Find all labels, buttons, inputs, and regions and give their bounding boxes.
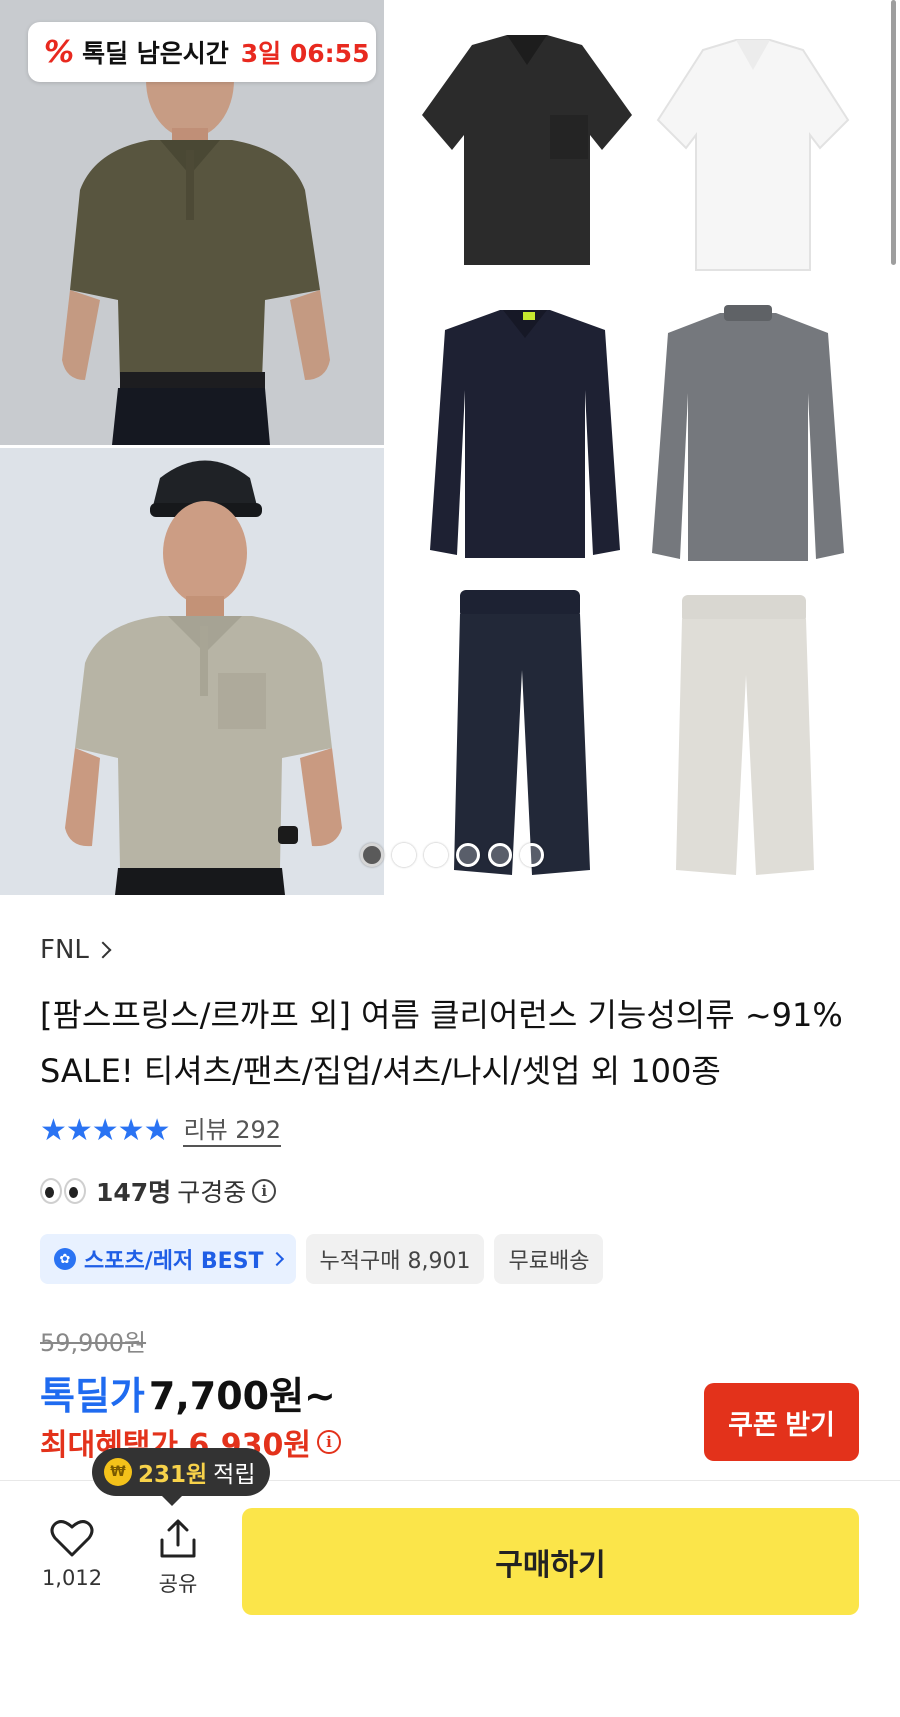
- get-coupon-button[interactable]: 쿠폰 받기: [704, 1383, 859, 1461]
- gallery-scrollbar[interactable]: [891, 0, 896, 265]
- white-polo-shirt-image: [656, 39, 850, 271]
- deal-price-row: 톡딜가 7,700원~: [40, 1365, 336, 1420]
- eyes-icon: [40, 1178, 86, 1204]
- gallery-dot-4[interactable]: [456, 843, 480, 867]
- free-shipping-tag: 무료배송: [494, 1234, 604, 1284]
- share-icon: [160, 1519, 196, 1558]
- viewers-row: 147명 구경중 i: [40, 1173, 277, 1209]
- chevron-right-icon: [269, 1251, 284, 1267]
- points-value: 231원: [138, 1462, 208, 1488]
- cumulative-purchase-tag: 누적구매 8,901: [305, 1234, 485, 1284]
- gallery-pagination: [360, 843, 544, 867]
- coin-icon: ₩: [104, 1458, 132, 1486]
- heart-icon: [50, 1520, 94, 1557]
- play-icon: [401, 850, 409, 860]
- rating-row: ★★★★★ 리뷰 292: [40, 1113, 282, 1148]
- navy-long-sleeve-polo-image: [430, 310, 620, 558]
- deal-price-label: 톡딜가: [40, 1374, 145, 1418]
- product-image-gallery[interactable]: % 톡딜 남은시간 3일 06:55: [0, 0, 900, 895]
- gallery-dot-video[interactable]: [392, 843, 416, 867]
- timer-label: 톡딜 남은시간: [82, 39, 229, 68]
- badge-icon: ✿: [54, 1248, 76, 1270]
- info-icon[interactable]: i: [316, 1430, 341, 1454]
- like-count: 1,012: [41, 1566, 103, 1590]
- best-category-label: 스포츠/레저 BEST: [84, 1249, 264, 1274]
- deal-timer-badge: % 톡딜 남은시간 3일 06:55: [28, 22, 376, 82]
- original-price: 59,900원: [40, 1329, 147, 1357]
- gallery-dot-6[interactable]: [520, 843, 544, 867]
- grey-mock-neck-shirt-image: [652, 305, 844, 561]
- points-tooltip: ₩ 231원 적립: [92, 1448, 270, 1506]
- gallery-dot-3[interactable]: [424, 843, 448, 867]
- black-polo-shirt-image: [422, 35, 632, 265]
- info-icon[interactable]: i: [252, 1179, 277, 1203]
- share-button[interactable]: 공유: [146, 1518, 210, 1598]
- deal-price-value: 7,700원~: [148, 1374, 336, 1418]
- star-rating-icon: ★★★★★: [40, 1113, 170, 1148]
- best-category-tag[interactable]: ✿ 스포츠/레저 BEST: [40, 1234, 296, 1284]
- gallery-dot-5[interactable]: [488, 843, 512, 867]
- buy-button[interactable]: 구매하기: [242, 1508, 859, 1615]
- timer-value: 3일 06:55: [240, 39, 370, 68]
- navy-pants-image: [454, 590, 590, 875]
- viewers-count: 147명: [96, 1178, 172, 1207]
- points-suffix: 적립: [213, 1462, 256, 1488]
- free-shipping-label: 무료배송: [508, 1249, 590, 1274]
- review-link[interactable]: 리뷰 292: [183, 1115, 282, 1147]
- product-tags: ✿ 스포츠/레저 BEST 누적구매 8,901 무료배송: [40, 1234, 604, 1284]
- brand-link[interactable]: FNL: [40, 935, 112, 965]
- viewers-text: 구경중: [177, 1178, 247, 1207]
- discount-percent-icon: %: [44, 34, 74, 70]
- product-title: [팜스프링스/르까프 외] 여름 클리어런스 기능성의류 ~91% SALE! …: [40, 996, 843, 1090]
- product-lineup-grid: [390, 0, 900, 895]
- gallery-dot-1[interactable]: [360, 843, 384, 867]
- share-label: 공유: [158, 1572, 198, 1596]
- like-button[interactable]: 1,012: [40, 1518, 104, 1590]
- cumulative-purchase-label: 누적구매 8,901: [319, 1249, 471, 1274]
- model-photo-beige-polo: [0, 448, 384, 895]
- brand-name: FNL: [40, 935, 89, 965]
- chevron-right-icon: [94, 941, 112, 959]
- light-grey-pants-image: [676, 595, 814, 875]
